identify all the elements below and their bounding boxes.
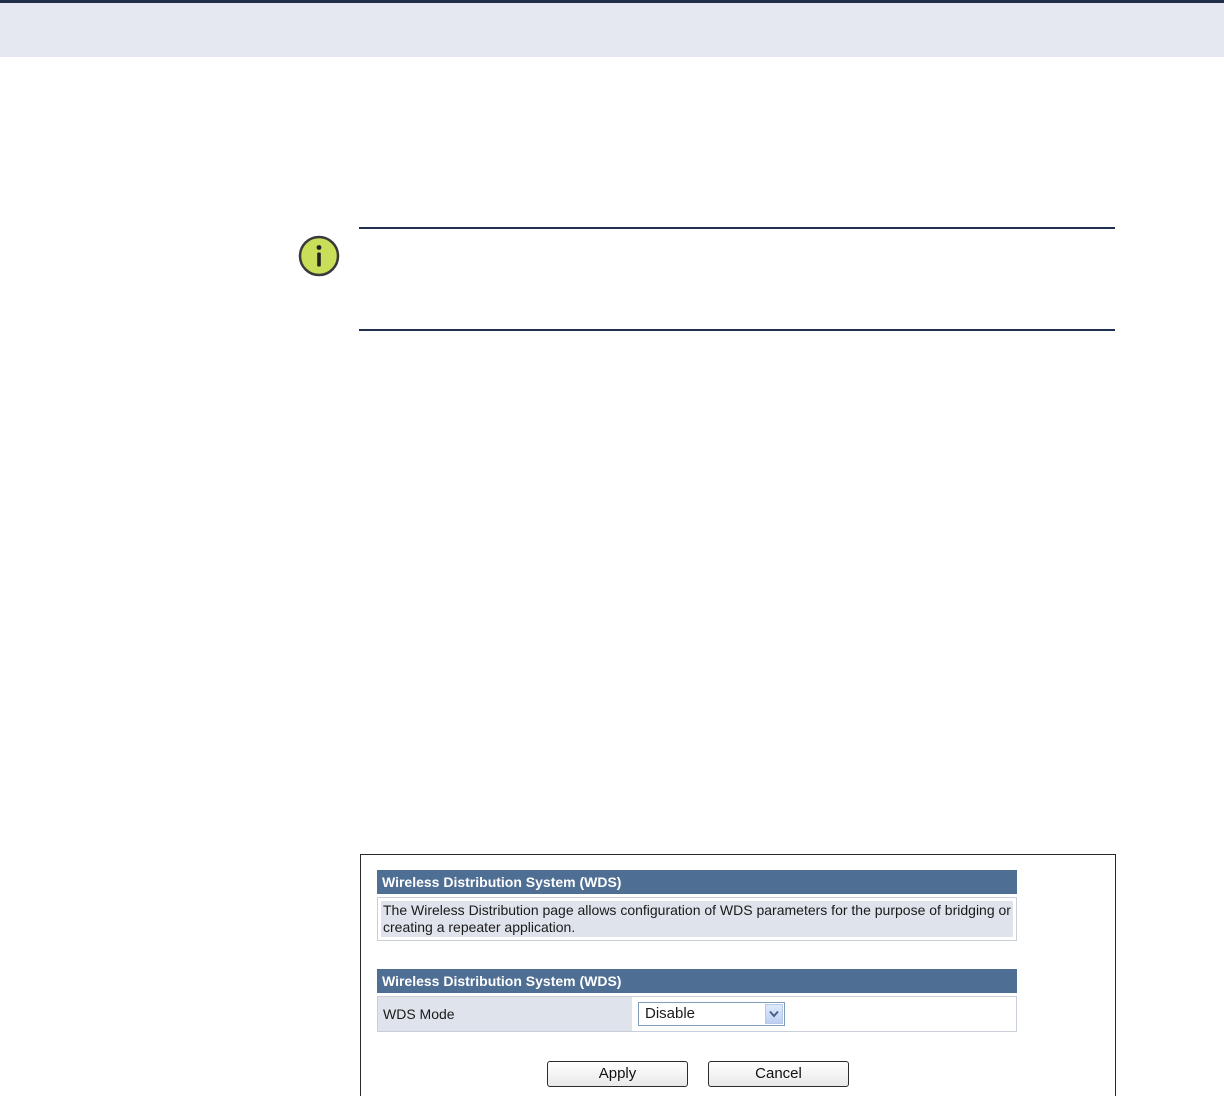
note-bottom-rule [359, 329, 1115, 331]
wds-description-box: The Wireless Distribution page allows co… [377, 897, 1017, 941]
apply-button[interactable]: Apply [547, 1061, 688, 1087]
wds-mode-cell: Disable [634, 997, 1016, 1031]
wds-info-header: Wireless Distribution System (WDS) [377, 870, 1017, 894]
page-header-band [0, 0, 1224, 57]
wds-mode-row: WDS Mode Disable [377, 996, 1017, 1032]
note-top-rule [359, 227, 1115, 229]
wds-mode-selected-value: Disable [645, 1005, 696, 1022]
wds-mode-label: WDS Mode [378, 997, 634, 1031]
chevron-down-icon[interactable] [765, 1004, 783, 1024]
wds-settings-panel: Wireless Distribution System (WDS) The W… [360, 854, 1116, 1096]
wds-mode-select[interactable]: Disable [638, 1002, 785, 1026]
info-icon [297, 234, 341, 278]
wds-settings-header: Wireless Distribution System (WDS) [377, 969, 1017, 993]
wds-description: The Wireless Distribution page allows co… [381, 901, 1013, 937]
cancel-button[interactable]: Cancel [708, 1061, 849, 1087]
manual-page: Wireless Distribution System (WDS) The W… [0, 0, 1224, 1096]
